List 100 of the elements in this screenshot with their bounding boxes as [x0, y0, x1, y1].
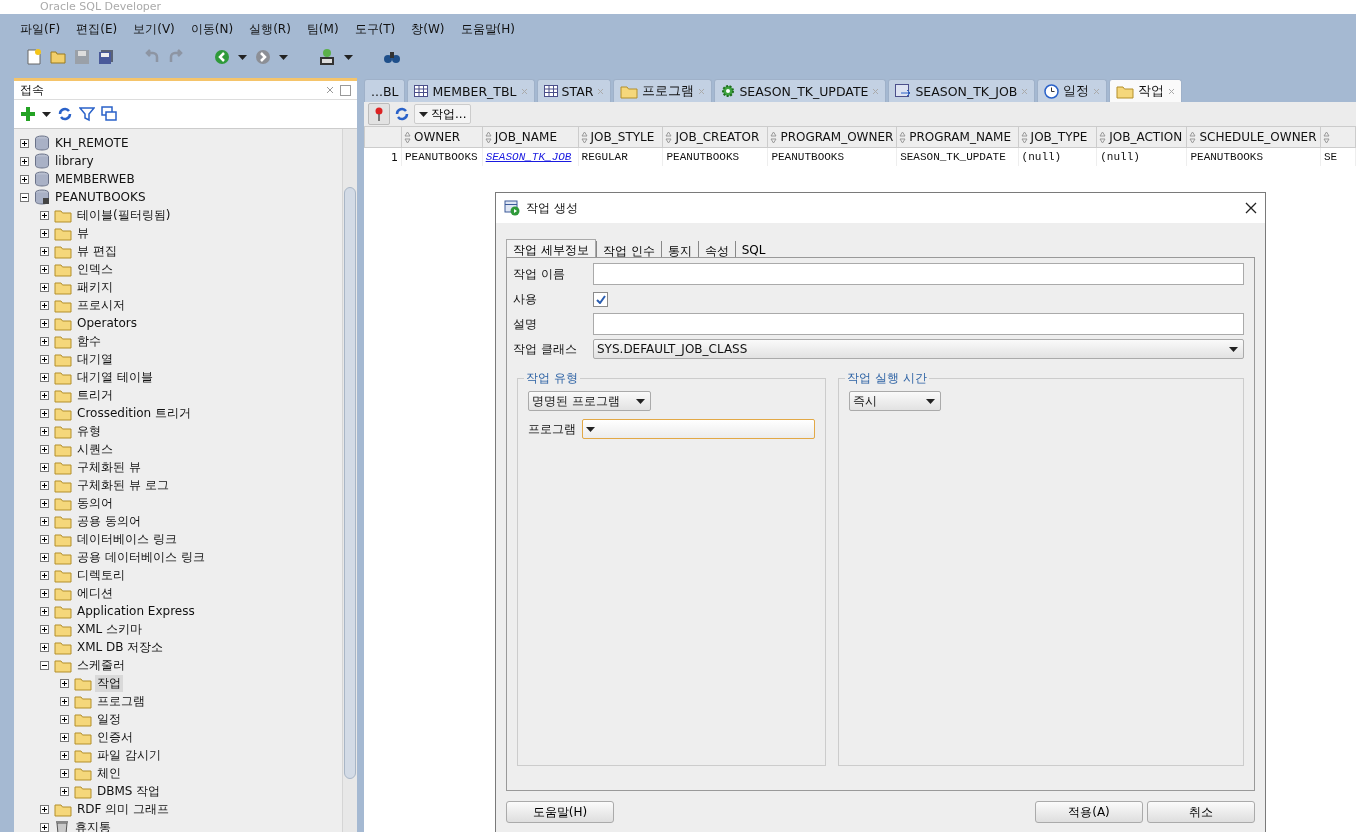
tree-item[interactable]: Crossedition 트리거 [75, 404, 194, 422]
expand-toggle[interactable] [40, 264, 49, 274]
cell-link[interactable]: SEASON_TK_JOB [482, 147, 579, 166]
column-header[interactable]: JOB_CREATOR [663, 126, 768, 148]
expand-toggle[interactable] [40, 426, 49, 436]
expand-toggle[interactable] [20, 138, 29, 148]
refresh-icon[interactable] [57, 106, 73, 122]
cancel-button[interactable]: 취소 [1147, 801, 1255, 823]
tree-item[interactable]: XML DB 저장소 [75, 638, 166, 656]
save-all-icon[interactable] [98, 49, 114, 65]
expand-toggle[interactable] [60, 732, 69, 742]
expand-toggle[interactable] [60, 768, 69, 778]
tree-item[interactable]: 체인 [95, 764, 123, 782]
scrollbar[interactable] [342, 129, 357, 832]
binoculars-icon[interactable] [383, 50, 401, 64]
tree-item[interactable]: 함수 [75, 332, 103, 350]
expand-toggle[interactable] [60, 750, 69, 760]
dialog-tab[interactable]: SQL [734, 241, 772, 257]
expand-toggle[interactable] [40, 210, 49, 220]
expand-toggle[interactable] [40, 300, 49, 310]
tree-item[interactable]: 데이터베이스 링크 [75, 530, 179, 548]
tree-item[interactable]: 프로그램 [95, 692, 147, 710]
tree-item[interactable]: 휴지통 [73, 818, 113, 832]
collapse-toggle[interactable] [40, 660, 49, 670]
column-header[interactable]: PROGRAM_NAME [896, 126, 1019, 148]
menu-item[interactable]: 파일(F) [14, 18, 67, 40]
minimize-button[interactable] [340, 84, 351, 96]
tree-item[interactable]: Application Express [75, 604, 197, 618]
input-field[interactable] [593, 263, 1244, 285]
tree-item[interactable]: 인덱스 [75, 260, 115, 278]
tree-item[interactable]: KH_REMOTE [53, 136, 131, 150]
tree-item[interactable]: library [53, 154, 96, 168]
menu-item[interactable]: 이동(N) [184, 18, 240, 40]
menu-item[interactable]: 창(W) [405, 18, 451, 40]
editor-tab[interactable]: 일정 [1037, 79, 1108, 102]
dialog-tab[interactable]: 통지 [660, 241, 698, 257]
pin-button[interactable] [368, 103, 390, 125]
tree-item[interactable]: 뷰 [75, 224, 91, 242]
column-header[interactable]: JOB_TYPE [1018, 126, 1097, 148]
sql-worksheet-icon[interactable] [318, 48, 336, 66]
tree-item[interactable]: 일정 [95, 710, 123, 728]
expand-toggle[interactable] [40, 822, 49, 832]
expand-toggle[interactable] [40, 246, 49, 256]
expand-toggle[interactable] [40, 462, 49, 472]
tree-item[interactable]: 뷰 편집 [75, 242, 119, 260]
editor-tab[interactable]: 작업 [1109, 79, 1183, 102]
dropdown[interactable]: SYS.DEFAULT_JOB_CLASS [593, 339, 1244, 359]
expand-toggle[interactable] [40, 804, 49, 814]
expand-toggle[interactable] [40, 606, 49, 616]
apply-button[interactable]: 적용(A) [1035, 801, 1143, 823]
close-icon[interactable] [1245, 202, 1257, 214]
expand-toggle[interactable] [40, 444, 49, 454]
tree-item[interactable]: 스케줄러 [75, 656, 127, 674]
tree-item[interactable]: 대기열 [75, 350, 115, 368]
column-header[interactable]: OWNER [401, 126, 483, 148]
checkbox[interactable] [593, 291, 608, 307]
help-button[interactable]: 도움말(H) [506, 801, 614, 823]
tree-item[interactable]: PEANUTBOOKS [53, 190, 148, 204]
editor-tab[interactable]: SEASON_TK_UPDATE [714, 79, 887, 102]
expand-toggle[interactable] [60, 696, 69, 706]
expand-toggle[interactable] [20, 174, 29, 184]
column-header[interactable]: JOB_STYLE [578, 126, 663, 148]
tree-item[interactable]: DBMS 작업 [95, 782, 163, 800]
refresh-icon[interactable] [394, 106, 410, 122]
dialog-tab[interactable]: 속성 [697, 241, 735, 257]
editor-tab[interactable]: ...BL [364, 79, 406, 102]
input-field[interactable] [593, 313, 1244, 335]
tree-item[interactable]: 구체화된 뷰 [75, 458, 143, 476]
menu-item[interactable]: 도구(T) [348, 18, 402, 40]
tree-item[interactable]: 시퀀스 [75, 440, 115, 458]
tree-item[interactable]: 테이블(필터링됨) [75, 206, 173, 224]
tree-item[interactable]: 구체화된 뷰 로그 [75, 476, 171, 494]
tree-item[interactable]: RDF 의미 그래프 [75, 800, 172, 818]
expand-toggle[interactable] [40, 624, 49, 634]
expand-toggle[interactable] [40, 228, 49, 238]
expand-toggle[interactable] [40, 282, 49, 292]
tree-item[interactable]: 작업 [95, 674, 123, 692]
expand-toggle[interactable] [40, 534, 49, 544]
dropdown[interactable]: 즉시 [849, 391, 941, 411]
expand-toggle[interactable] [40, 552, 49, 562]
tree-item[interactable]: 디렉토리 [75, 566, 127, 584]
editor-tab[interactable]: SEASON_TK_JOB [888, 79, 1036, 102]
expand-toggle[interactable] [20, 156, 29, 166]
tree-item[interactable]: 인증서 [95, 728, 135, 746]
collapse-toggle[interactable] [20, 192, 29, 202]
tree-item[interactable]: 공용 데이터베이스 링크 [75, 548, 207, 566]
expand-toggle[interactable] [40, 480, 49, 490]
tree-item[interactable]: 유형 [75, 422, 103, 440]
tree-item[interactable]: 대기열 테이블 [75, 368, 155, 386]
dropdown[interactable]: 명명된 프로그램 [528, 391, 651, 411]
tree-item[interactable]: 트리거 [75, 386, 115, 404]
expand-toggle[interactable] [40, 372, 49, 382]
column-header[interactable]: JOB_NAME [482, 126, 579, 148]
tree-item[interactable]: MEMBERWEB [53, 172, 137, 186]
tree-item[interactable]: 동의어 [75, 494, 115, 512]
filter-icon[interactable] [79, 106, 95, 122]
expand-toggle[interactable] [40, 390, 49, 400]
tree-item[interactable]: 파일 감시기 [95, 746, 163, 764]
forward-icon[interactable] [255, 49, 271, 65]
scrollbar-thumb[interactable] [344, 187, 356, 779]
